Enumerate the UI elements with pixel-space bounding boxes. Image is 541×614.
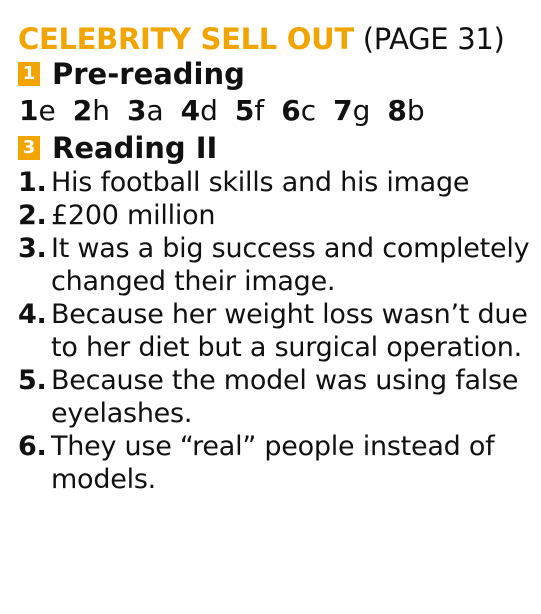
section-heading: Pre-reading xyxy=(52,57,245,91)
answer-text: Because her weight loss wasn’t due to he… xyxy=(51,299,528,363)
answer-key-item: 2h xyxy=(73,92,110,130)
answer-key-item: 3a xyxy=(127,92,164,130)
page-title: CELEBRITY SELL OUT (PAGE 31) xyxy=(18,22,533,56)
answer-key-item: 1e xyxy=(19,92,56,130)
answer-number: 1. xyxy=(18,167,47,198)
answer-key-letter: f xyxy=(254,94,265,127)
list-item: 3. It was a big success and completely c… xyxy=(18,232,533,298)
section-heading: Reading II xyxy=(52,131,218,165)
answer-key-item: 4d xyxy=(181,92,218,130)
answer-number: 6. xyxy=(18,431,47,462)
answer-key-letter: c xyxy=(300,94,317,127)
article-title: CELEBRITY SELL OUT xyxy=(18,22,354,56)
list-item: 4. Because her weight loss wasn’t due to… xyxy=(18,298,533,364)
section-reading-ii: 3 Reading II xyxy=(18,130,533,166)
answer-key-letter: g xyxy=(352,94,371,127)
reading-answer-list: 1. His football skills and his image 2. … xyxy=(18,166,533,496)
section-number-badge: 3 xyxy=(18,136,40,160)
answer-key-letter: e xyxy=(38,94,56,127)
page-reference: (PAGE 31) xyxy=(362,22,505,56)
answer-key-number: 5 xyxy=(234,94,255,127)
answer-key-item: 8b xyxy=(387,92,424,130)
list-item: 5. Because the model was using false eye… xyxy=(18,364,533,430)
answer-text: It was a big success and completely chan… xyxy=(51,233,530,297)
answer-key-letter: a xyxy=(146,94,164,127)
answer-number: 5. xyxy=(18,365,47,396)
section-pre-reading: 1 Pre-reading xyxy=(18,56,533,92)
answer-text: £200 million xyxy=(51,200,216,231)
answer-key-number: 1 xyxy=(19,94,39,127)
answer-key-number: 2 xyxy=(72,94,93,127)
answer-key-number: 8 xyxy=(387,94,407,127)
answer-key-letter: b xyxy=(406,94,425,127)
answer-text: His football skills and his image xyxy=(51,167,470,198)
answer-number: 4. xyxy=(18,299,47,330)
answer-text: Because the model was using false eyelas… xyxy=(51,365,519,429)
answer-key-item: 6c xyxy=(281,92,316,130)
answer-number: 2. xyxy=(18,200,47,231)
answer-number: 3. xyxy=(18,233,47,264)
list-item: 6. They use “real” people instead of mod… xyxy=(18,430,533,496)
list-item: 1. His football skills and his image xyxy=(18,166,533,199)
answer-page: CELEBRITY SELL OUT (PAGE 31) 1 Pre-readi… xyxy=(18,22,533,496)
answer-key-letter: h xyxy=(92,94,110,127)
answer-key-item: 7g xyxy=(333,92,370,130)
answer-key-letter: d xyxy=(200,94,218,127)
list-item: 2. £200 million xyxy=(18,199,533,232)
answer-key-number: 3 xyxy=(126,94,147,127)
answer-key-item: 5f xyxy=(235,92,264,130)
answer-text: They use “real” people instead of models… xyxy=(51,431,495,495)
answer-key-number: 7 xyxy=(333,94,353,127)
answer-key-number: 6 xyxy=(281,94,301,127)
answer-key-number: 4 xyxy=(180,94,201,127)
section-number-badge: 1 xyxy=(18,62,40,86)
pre-reading-answer-key: 1e 2h 3a 4d 5f 6c 7g 8b xyxy=(19,92,533,130)
